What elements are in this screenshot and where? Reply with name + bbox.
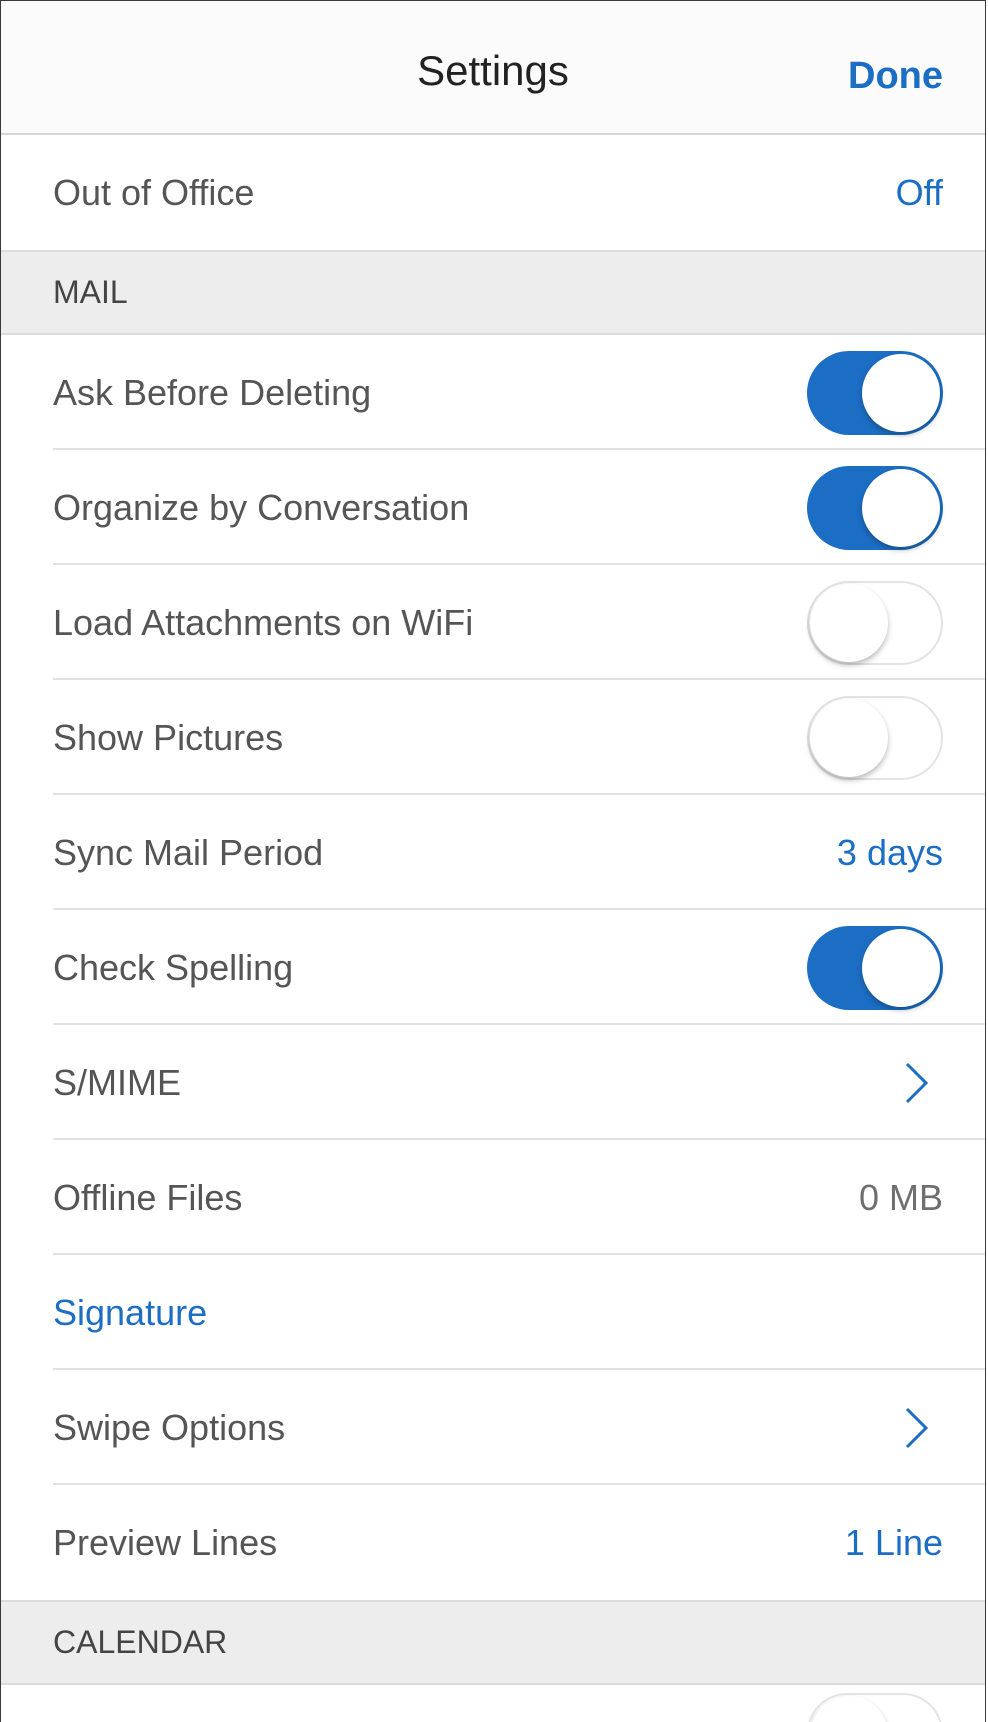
offline-files-label: Offline Files [53,1176,243,1218]
partial-toggle[interactable] [807,1693,943,1722]
page-title: Settings [417,47,569,94]
show-pictures-label: Show Pictures [53,716,284,758]
sync-mail-period-row[interactable]: Sync Mail Period 3 days [1,795,985,910]
show-pictures-toggle[interactable] [807,695,943,780]
check-spelling-toggle[interactable] [807,925,943,1010]
organize-by-conversation-toggle[interactable] [807,465,943,550]
chevron-right-icon [897,1058,937,1108]
out-of-office-row[interactable]: Out of Office Off [1,135,985,250]
sync-mail-period-value: 3 days [836,831,943,873]
ask-before-deleting-toggle[interactable] [807,350,943,435]
toggle-knob [862,468,940,547]
partial-row [1,1685,985,1722]
signature-label: Signature [53,1291,208,1333]
swipe-options-row[interactable]: Swipe Options [1,1370,985,1485]
signature-row[interactable]: Signature [1,1255,985,1370]
navigation-bar: Settings Done [1,1,985,135]
section-header-mail: MAIL [1,250,985,335]
out-of-office-label: Out of Office [53,171,255,213]
sync-mail-period-label: Sync Mail Period [53,831,324,873]
check-spelling-row: Check Spelling [1,910,985,1025]
toggle-knob [810,1696,888,1722]
preview-lines-row[interactable]: Preview Lines 1 Line [1,1485,985,1600]
ask-before-deleting-label: Ask Before Deleting [53,371,372,413]
organize-by-conversation-label: Organize by Conversation [53,486,470,528]
section-header-calendar: CALENDAR [1,1600,985,1685]
offline-files-row[interactable]: Offline Files 0 MB [1,1140,985,1255]
toggle-knob [862,353,940,432]
check-spelling-label: Check Spelling [53,946,294,988]
toggle-knob [810,583,888,662]
done-button[interactable]: Done [848,55,943,98]
load-attachments-label: Load Attachments on WiFi [53,601,474,643]
show-pictures-row: Show Pictures [1,680,985,795]
ask-before-deleting-row: Ask Before Deleting [1,335,985,450]
load-attachments-row: Load Attachments on WiFi [1,565,985,680]
offline-files-value: 0 MB [858,1176,943,1218]
load-attachments-toggle[interactable] [807,580,943,665]
smime-row[interactable]: S/MIME [1,1025,985,1140]
preview-lines-value: 1 Line [844,1521,943,1563]
toggle-knob [810,698,888,777]
out-of-office-value: Off [895,171,943,213]
chevron-right-icon [897,1403,937,1453]
toggle-knob [862,928,940,1007]
swipe-options-label: Swipe Options [53,1406,286,1448]
smime-label: S/MIME [53,1061,182,1103]
settings-screen: Settings Done Out of Office Off MAIL Ask… [0,0,986,1722]
preview-lines-label: Preview Lines [53,1521,278,1563]
organize-by-conversation-row: Organize by Conversation [1,450,985,565]
